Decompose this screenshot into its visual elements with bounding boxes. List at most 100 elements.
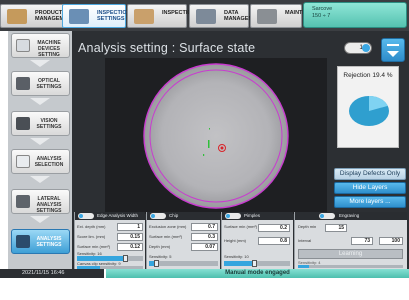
sidebar-item-label: LATERAL ANALYSIS SETTINGS (36, 196, 62, 214)
field-label: Depth min (298, 224, 317, 229)
exclusion-zone-input[interactable]: 0.7 (191, 223, 218, 231)
toggle-knob (151, 214, 155, 218)
panel-header: Engraving (295, 212, 407, 220)
analysis-settings-icon (16, 235, 30, 248)
tab-inspection-settings[interactable]: INSPECTION SETTINGS (62, 4, 131, 28)
tab-label: INSPECTION SETTINGS (97, 10, 131, 22)
panel-header: Chip (147, 212, 220, 220)
engraving-enable-toggle[interactable] (319, 213, 335, 219)
tab-data-management[interactable]: DATA MANAGEMENT (189, 4, 264, 28)
sidebar-item-label: ANALYSIS SETTINGS (36, 236, 62, 248)
flow-arrow (30, 138, 50, 145)
depth-min-input[interactable]: 15 (325, 224, 347, 232)
surface-min-input[interactable]: 0.12 (117, 243, 143, 251)
slider-thumb[interactable] (153, 260, 159, 267)
toggle-knob (320, 214, 324, 218)
slider-thumb[interactable] (251, 260, 257, 267)
sidebar-item-lateral-analysis[interactable]: LATERAL ANALYSIS SETTINGS (11, 189, 70, 214)
datetime-display: 2021/11/15 16:46 (0, 269, 104, 278)
page-title: Analysis setting : Surface state (78, 41, 256, 55)
flow-arrow (30, 176, 50, 183)
sensitivity-label: Sensitivity: 10 (224, 254, 249, 259)
edge-enable-toggle[interactable] (78, 213, 94, 219)
sidebar-item-machine-devices[interactable]: MACHINE DEVICES SETTING (11, 33, 70, 58)
field-label: Score lim. (mm) (77, 234, 106, 239)
flow-arrow (30, 98, 50, 105)
counter-label: Sarcove (312, 6, 333, 12)
hide-layers-button[interactable]: Hide Layers (334, 182, 406, 194)
tab-maintenance[interactable]: MAINTENANCE (250, 4, 326, 28)
slider-fill (224, 261, 254, 266)
inspection-icon (134, 9, 154, 24)
machine-icon (16, 39, 30, 52)
height-input[interactable]: 0.8 (258, 237, 290, 245)
detected-mark (209, 128, 210, 130)
slider-fill (298, 265, 309, 268)
sensitivity-label: Sensitivity: 5 (149, 254, 172, 259)
status-bar: 2021/11/15 16:46 Manual mode engaged (0, 269, 409, 300)
lateral-icon (16, 195, 30, 208)
field-label: Surface min (mm²) (77, 244, 111, 249)
analysis-list-icon (16, 155, 30, 168)
sidebar: MACHINE DEVICES SETTING OPTICAL SETTINGS… (8, 31, 72, 269)
tab-product-management[interactable]: PRODUCT MANAGEMENT (0, 4, 75, 28)
field-label: Surface min (mm²) (149, 234, 183, 239)
more-layers-button[interactable]: More layers ... (334, 196, 406, 208)
chevron-down-icon (387, 51, 399, 57)
flow-arrow (30, 216, 50, 223)
chip-sensitivity-slider[interactable] (149, 260, 218, 267)
depth-input[interactable]: 0.07 (191, 243, 218, 251)
product-box-icon (7, 9, 27, 24)
inspection-settings-icon (69, 9, 89, 24)
panel-title: Engraving (339, 213, 360, 218)
engraving-sensitivity-slider[interactable] (298, 265, 403, 268)
score-limit-input[interactable]: 0.15 (117, 233, 143, 241)
toggle-knob (226, 214, 230, 218)
rejection-label: Rejection 19.4 % (343, 72, 393, 79)
sidebar-item-vision-settings[interactable]: VISION SETTINGS (11, 111, 70, 136)
surface-min-input[interactable]: 0.2 (258, 224, 290, 232)
sidebar-item-label: ANALYSIS SELECTION (34, 156, 64, 168)
panel-title: Chip (169, 213, 179, 218)
rejection-pie-chart (349, 96, 389, 126)
panel-header: Edge Analysis Width (75, 212, 145, 220)
layer-toggle[interactable]: 1 (344, 42, 372, 54)
inspection-image-viewer[interactable] (105, 58, 327, 214)
display-defects-only-button[interactable]: Display Defects Only (334, 168, 406, 180)
panel-title: Pimples (244, 213, 261, 218)
chip-enable-toggle[interactable] (150, 213, 166, 219)
vision-icon (16, 117, 30, 130)
field-label: Surface min (mm²) (224, 224, 258, 229)
detected-mark (203, 154, 205, 156)
panel-header: Pimples (222, 212, 293, 220)
pimples-panel: Pimples Surface min (mm²) 0.2 Height (mm… (221, 212, 293, 269)
mode-status: Manual mode engaged (106, 269, 409, 278)
field-label: Interval (298, 238, 312, 243)
toggle-knob (79, 214, 83, 218)
menu-button[interactable] (381, 38, 405, 62)
interval-max-input[interactable]: 100 (379, 237, 403, 245)
tools-icon (257, 9, 277, 24)
toggle-knob (362, 44, 370, 52)
field-label: Exclusion zone (mm) (149, 224, 187, 229)
sidebar-item-label: MACHINE DEVICES SETTING (37, 40, 61, 58)
chip-panel: Chip Exclusion zone (mm) 0.7 Surface min… (146, 212, 220, 269)
rejection-box: Rejection 19.4 % (337, 66, 399, 148)
counter-display: Sarcove 150 ÷ 7 (303, 2, 407, 28)
panel-title: Edge Analysis Width (97, 213, 139, 218)
interval-min-input[interactable]: 73 (351, 237, 373, 245)
pimples-sensitivity-slider[interactable] (224, 260, 290, 267)
tab-inspection[interactable]: INSPECTION (127, 4, 196, 28)
field-label: Depth (mm) (149, 244, 171, 249)
pimples-enable-toggle[interactable] (225, 213, 241, 219)
sidebar-item-optical-settings[interactable]: OPTICAL SETTINGS (11, 71, 70, 96)
sidebar-item-analysis-settings[interactable]: ANALYSIS SETTINGS (11, 229, 70, 254)
surface-min-input[interactable]: 0.3 (191, 233, 218, 241)
sidebar-item-analysis-selection[interactable]: ANALYSIS SELECTION (11, 149, 70, 174)
ext-depth-input[interactable]: 1 (117, 223, 143, 231)
slider-thumb[interactable] (122, 255, 128, 262)
camera-icon (16, 77, 30, 90)
learning-button[interactable]: Learning (298, 249, 403, 259)
counter-value: 150 ÷ 7 (312, 13, 331, 19)
edge-analysis-panel: Edge Analysis Width Ext. depth (mm) 1 Sc… (74, 212, 145, 269)
